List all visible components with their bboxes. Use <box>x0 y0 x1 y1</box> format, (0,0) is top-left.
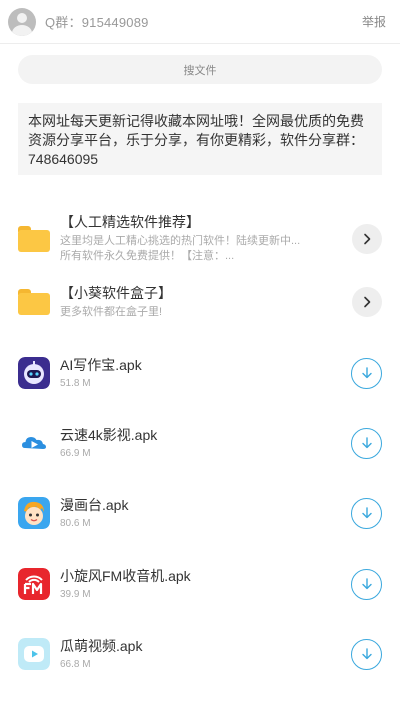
folder-icon <box>18 225 50 252</box>
search-files-label: 搜文件 <box>183 64 217 77</box>
robot-icon <box>18 357 50 389</box>
download-button[interactable] <box>351 568 382 600</box>
file-item[interactable]: 小旋风FM收音机.apk 39.9 M <box>0 567 400 601</box>
file-size: 66.8 M <box>60 659 91 670</box>
avatar[interactable] <box>8 7 36 36</box>
file-item[interactable]: 云速4k影视.apk 66.9 M <box>0 426 400 460</box>
video-play-icon <box>18 638 50 670</box>
file-name: 瓜萌视频.apk <box>60 638 143 654</box>
folder-description: 这里均是人工精心挑选的热门软件！陆续更新中...所有软件永久免费提供！【注意：.… <box>60 235 301 262</box>
open-folder-button[interactable] <box>352 287 382 317</box>
download-button[interactable] <box>351 638 382 670</box>
fm-radio-icon <box>18 568 50 600</box>
download-icon <box>361 648 372 660</box>
file-size: 39.9 M <box>60 589 91 600</box>
notice-banner: 本网址每天更新记得收藏本网址哦！全网最优质的免费资源分享平台，乐于分享，有你更精… <box>18 103 382 175</box>
folder-title: 【小葵软件盒子】 <box>60 285 172 301</box>
download-button[interactable] <box>351 497 382 529</box>
file-name: 云速4k影视.apk <box>60 427 158 443</box>
qq-group-number: Q群：915449089 <box>45 15 149 30</box>
report-button[interactable]: 举报 <box>362 13 386 30</box>
file-size: 66.9 M <box>60 448 91 459</box>
file-item[interactable]: 漫画台.apk 80.6 M <box>0 496 400 530</box>
open-folder-button[interactable] <box>352 223 382 254</box>
file-item[interactable]: 瓜萌视频.apk 66.8 M <box>0 637 400 671</box>
file-name: AI写作宝.apk <box>60 357 142 373</box>
download-icon <box>361 367 372 379</box>
folder-icon <box>18 289 50 315</box>
search-files-button[interactable]: 搜文件 <box>18 55 382 84</box>
file-size: 51.8 M <box>60 378 91 389</box>
file-item[interactable]: AI写作宝.apk 51.8 M <box>0 356 400 390</box>
header-bar: Q群：915449089 举报 <box>0 0 400 44</box>
chevron-right-icon <box>364 296 371 308</box>
folder-description: 更多软件都在盒子里! <box>60 306 163 318</box>
file-size: 80.6 M <box>60 518 91 529</box>
chevron-right-icon <box>364 233 371 244</box>
comic-face-icon <box>18 497 50 529</box>
download-button[interactable] <box>351 357 382 389</box>
file-name: 小旋风FM收音机.apk <box>60 568 191 584</box>
folder-title: 【人工精选软件推荐】 <box>60 214 200 230</box>
cloud-play-icon <box>18 427 50 459</box>
download-icon <box>361 507 372 519</box>
file-name: 漫画台.apk <box>60 497 129 513</box>
download-button[interactable] <box>351 427 382 459</box>
download-icon <box>361 578 372 590</box>
folder-item[interactable]: 【人工精选软件推荐】 这里均是人工精心挑选的热门软件！陆续更新中...所有软件永… <box>0 213 400 264</box>
download-icon <box>361 437 372 449</box>
folder-item[interactable]: 【小葵软件盒子】 更多软件都在盒子里! <box>0 284 400 320</box>
